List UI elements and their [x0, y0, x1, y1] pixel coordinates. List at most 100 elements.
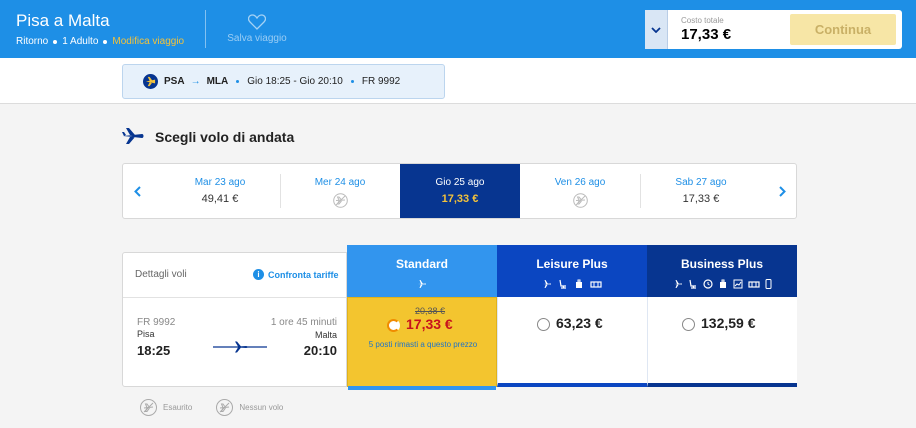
chevron-right-icon: [778, 185, 786, 197]
fare-price: 17,33 €: [406, 316, 453, 332]
date-label: Mar 23 ago: [194, 177, 246, 188]
fare-price: 63,23 €: [556, 315, 603, 331]
origin-city: Pisa: [137, 329, 155, 339]
fare-header: Leisure Plus: [497, 245, 647, 297]
fare-name: Standard: [395, 257, 448, 271]
separator-dot: [103, 39, 108, 44]
header-divider: [205, 10, 206, 48]
compare-fares-link[interactable]: i Confronta tariffe: [253, 269, 339, 280]
luggage-icon: [747, 281, 760, 288]
flight-details-card: Dettagli voli i Confronta tariffe FR 999…: [122, 252, 347, 387]
arrow-right-icon: →: [190, 76, 201, 87]
seat-icon: [688, 279, 696, 289]
plane-icon: [122, 128, 144, 144]
save-trip-label: Salva viaggio: [227, 33, 287, 44]
separator-dot: [53, 39, 58, 44]
date-selector: Mar 23 ago 49,41 € Mer 24 ago Gio 25 ago…: [122, 163, 797, 219]
total-cost-box: Costo totale 17,33 € Continua: [645, 10, 902, 49]
fare-column-business-plus[interactable]: Business Plus 132,59 €: [647, 245, 797, 387]
sold-out-icon: [140, 399, 157, 416]
edit-trip-link[interactable]: Modifica viaggio: [112, 36, 184, 47]
no-flight-icon: [572, 193, 588, 208]
departure-time: 18:25: [137, 343, 171, 358]
continue-button[interactable]: Continua: [790, 14, 896, 45]
mobile-icon: [765, 279, 771, 289]
fare-column-leisure-plus[interactable]: Leisure Plus 63,23 €: [497, 245, 647, 387]
chevron-down-icon: [651, 26, 661, 33]
flight-details-label: Dettagli voli: [135, 269, 187, 280]
origin-code: PSA: [164, 76, 185, 87]
info-icon: i: [253, 269, 264, 280]
date-option[interactable]: Mar 23 ago 49,41 €: [159, 164, 281, 218]
fare-column-standard[interactable]: Standard 20,38 € 17,33 € 5 posti rimasti…: [347, 245, 497, 390]
trip-summary: Ritorno 1 Adulto Modifica viaggio: [16, 36, 184, 47]
separator-dot: [350, 80, 354, 83]
plane-icon: [543, 280, 551, 288]
seat-icon: [559, 279, 566, 289]
bag-icon: [576, 279, 582, 288]
no-flight-label: Nessun volo: [239, 403, 284, 412]
fare-price-box[interactable]: 132,59 €: [647, 297, 797, 387]
date-option[interactable]: Ven 26 ago: [520, 164, 640, 218]
fare-radio[interactable]: [537, 318, 550, 331]
no-flight-icon: [216, 399, 234, 416]
date-price: 17,33 €: [441, 193, 479, 205]
flight-details-header: Dettagli voli i Confronta tariffe: [123, 253, 346, 298]
date-option[interactable]: Sab 27 ago 17,33 €: [640, 164, 762, 218]
flexible-icon: [733, 279, 742, 289]
save-trip-button[interactable]: Salva viaggio: [222, 14, 292, 44]
selected-flight-pill[interactable]: PSA → MLA Gio 18:25 - Gio 20:10 FR 9992: [122, 64, 445, 99]
flight-duration: 1 ore 45 minuti: [270, 317, 337, 328]
trip-type: Ritorno: [16, 36, 49, 47]
fare-price: 132,59 €: [701, 315, 756, 331]
fare-name: Business Plus: [680, 257, 764, 271]
total-cost-value: 17,33 €: [681, 26, 732, 43]
date-price: 17,33 €: [682, 193, 720, 205]
date-label: Ven 26 ago: [554, 177, 606, 188]
section-title: Scegli volo di andata: [155, 129, 295, 145]
destination-code: MLA: [206, 76, 229, 87]
flight-path-icon: [213, 341, 267, 353]
total-cost-label: Costo totale: [681, 16, 724, 25]
flight-times: Gio 18:25 - Gio 20:10: [247, 76, 343, 87]
bag-icon: [719, 279, 726, 288]
plane-icon: [418, 280, 426, 288]
header: Pisa a Malta Ritorno 1 Adulto Modifica v…: [0, 0, 916, 58]
date-option-selected[interactable]: Gio 25 ago 17,33 €: [400, 164, 520, 218]
arrival-time: 20:10: [303, 343, 337, 358]
separator-dot: [236, 80, 240, 83]
fare-radio[interactable]: [682, 318, 695, 331]
passenger-count: 1 Adulto: [62, 36, 99, 47]
date-label: Mer 24 ago: [314, 177, 366, 188]
plane-icon: [673, 280, 682, 288]
fare-header: Standard: [347, 245, 497, 297]
compare-fares-label: Confronta tariffe: [268, 269, 339, 280]
date-price: 49,41 €: [201, 193, 239, 205]
fare-name: Leisure Plus: [536, 257, 608, 271]
fare-radio[interactable]: [387, 319, 400, 332]
fare-header: Business Plus: [647, 245, 797, 297]
cost-breakdown-toggle[interactable]: [645, 10, 668, 49]
date-label: Gio 25 ago: [435, 177, 485, 188]
flight-number: FR 9992: [137, 317, 176, 328]
fare-price-box[interactable]: 63,23 €: [497, 297, 647, 387]
chevron-left-icon: [133, 185, 141, 197]
legend: Esaurito Nessun volo: [140, 399, 283, 416]
date-label: Sab 27 ago: [675, 177, 727, 188]
flight-summary-bar: PSA → MLA Gio 18:25 - Gio 20:10 FR 9992: [0, 58, 916, 104]
sold-out-label: Esaurito: [163, 403, 193, 412]
flight-number: FR 9992: [361, 76, 401, 87]
airline-logo-icon: [143, 74, 158, 89]
previous-dates-button[interactable]: [123, 164, 151, 218]
clock-icon: [702, 279, 713, 289]
fare-bottom-bar: [348, 386, 496, 390]
no-flight-icon: [332, 193, 348, 208]
seats-left-note: 5 posti rimasti a questo prezzo: [368, 340, 478, 349]
destination-city: Malta: [314, 330, 337, 340]
old-price: 20,38 €: [415, 306, 446, 316]
date-option[interactable]: Mer 24 ago: [280, 164, 400, 218]
page-title: Pisa a Malta: [16, 11, 110, 30]
heart-icon: [248, 14, 266, 30]
next-dates-button[interactable]: [768, 164, 796, 218]
fare-price-box[interactable]: 20,38 € 17,33 € 5 posti rimasti a questo…: [347, 297, 497, 390]
